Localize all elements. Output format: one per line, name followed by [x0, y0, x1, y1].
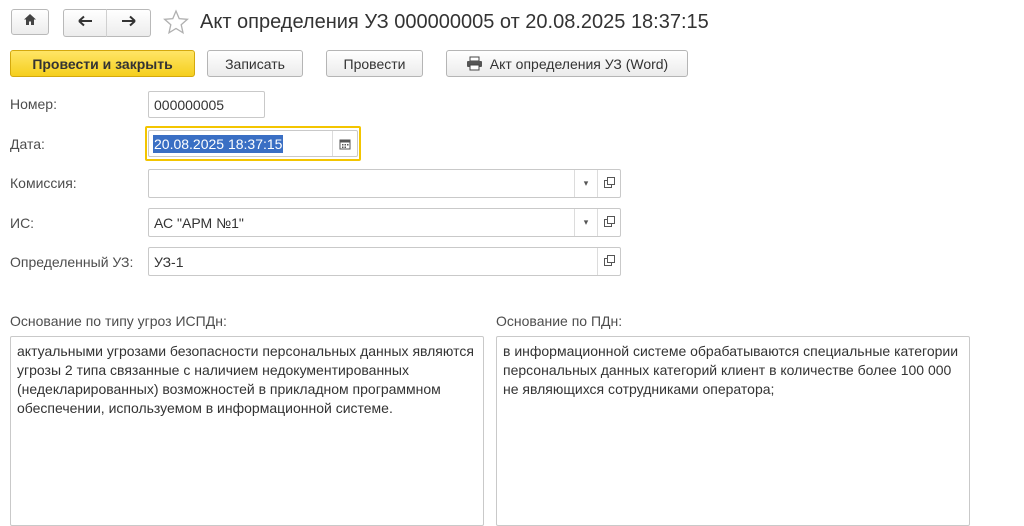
number-field[interactable]: 000000005	[148, 91, 265, 118]
arrow-right-icon	[121, 14, 136, 32]
date-value: 20.08.2025 18:37:15	[153, 134, 284, 153]
level-value: УЗ-1	[154, 253, 184, 270]
system-field[interactable]: АС "АРМ №1" ▾	[148, 208, 621, 237]
printer-icon	[466, 56, 483, 71]
system-open-button[interactable]	[597, 209, 620, 236]
chevron-down-icon: ▾	[583, 217, 589, 227]
home-icon	[23, 13, 37, 31]
chevron-down-icon: ▾	[583, 178, 589, 188]
home-button[interactable]	[11, 9, 49, 35]
number-value: 000000005	[154, 96, 225, 113]
print-act-word-label: Акт определения УЗ (Word)	[489, 55, 669, 72]
star-icon[interactable]	[163, 9, 189, 35]
number-label: Номер:	[10, 96, 57, 112]
commission-dropdown-button[interactable]: ▾	[574, 170, 597, 197]
system-dropdown-button[interactable]: ▾	[574, 209, 597, 236]
open-icon	[603, 177, 615, 190]
level-open-button[interactable]	[597, 248, 620, 275]
open-icon	[603, 216, 615, 229]
date-label: Дата:	[10, 136, 45, 152]
commission-field[interactable]: ▾	[148, 169, 621, 198]
system-label: ИС:	[10, 215, 35, 231]
arrow-left-icon	[77, 14, 93, 32]
post-button[interactable]: Провести	[326, 50, 423, 77]
commission-label: Комиссия:	[10, 175, 77, 191]
threat-basis-label: Основание по типу угроз ИСПДн:	[10, 313, 227, 329]
level-field[interactable]: УЗ-1	[148, 247, 621, 276]
calendar-icon[interactable]	[332, 131, 357, 156]
pd-basis-label: Основание по ПДн:	[496, 313, 623, 329]
forward-button[interactable]	[107, 9, 151, 37]
threat-basis-textarea[interactable]: актуальными угрозами безопасности персон…	[10, 336, 484, 526]
date-field[interactable]: 20.08.2025 18:37:15	[148, 130, 358, 157]
page-title: Акт определения УЗ 000000005 от 20.08.20…	[200, 11, 709, 33]
level-label: Определенный УЗ:	[10, 254, 134, 270]
commission-open-button[interactable]	[597, 170, 620, 197]
system-value: АС "АРМ №1"	[154, 214, 244, 231]
print-act-word-button[interactable]: Акт определения УЗ (Word)	[446, 50, 688, 77]
save-button[interactable]: Записать	[207, 50, 303, 77]
open-icon	[603, 255, 615, 268]
post-and-close-button[interactable]: Провести и закрыть	[10, 50, 195, 77]
pd-basis-textarea[interactable]: в информационной системе обрабатываются …	[496, 336, 970, 526]
back-button[interactable]	[63, 9, 107, 37]
